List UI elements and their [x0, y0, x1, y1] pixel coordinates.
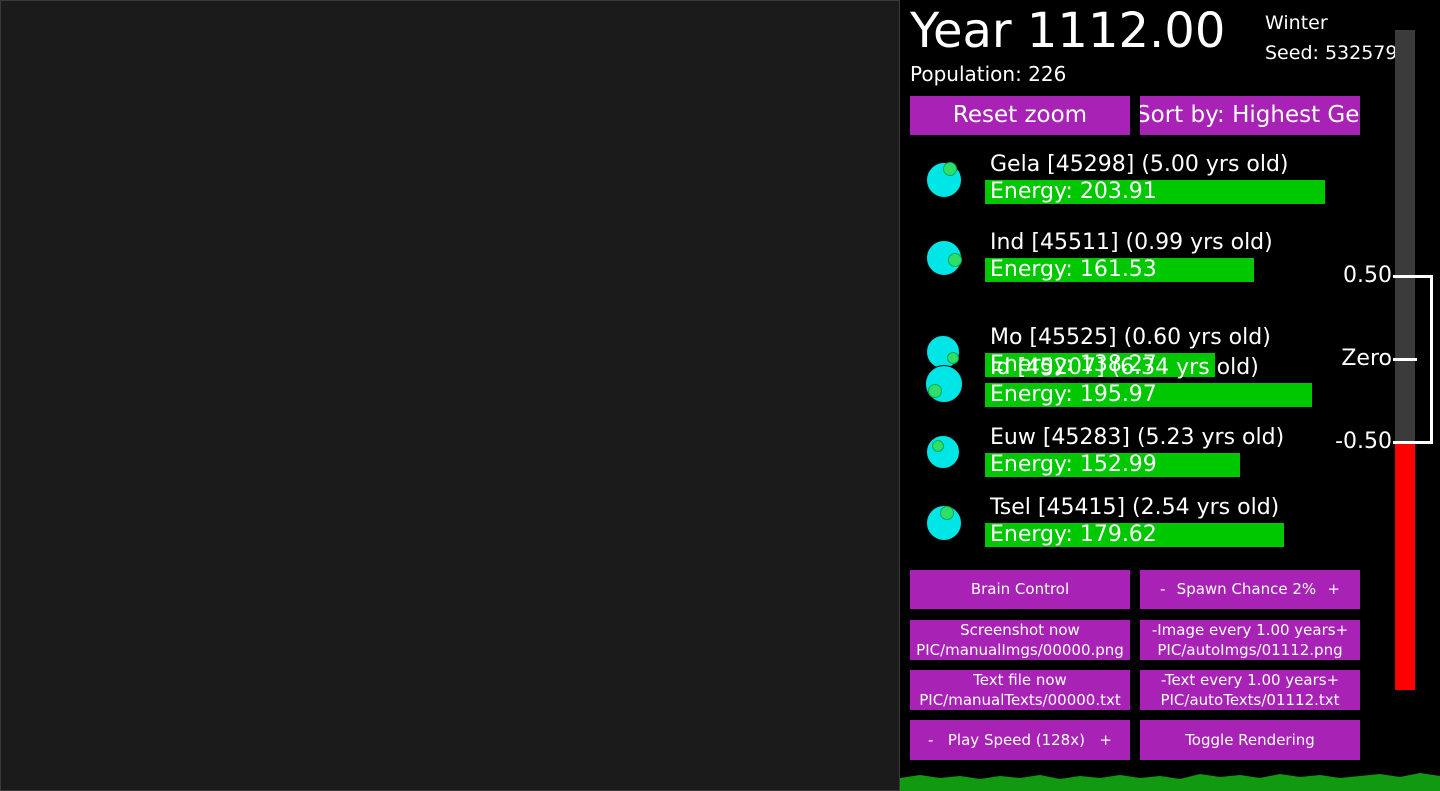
screenshot-path: PIC/manualImgs/00000.png — [916, 641, 1124, 659]
reset-zoom-button[interactable]: Reset zoom — [910, 96, 1130, 135]
sort-by-label: Sort by: Highest Gen — [1140, 102, 1360, 128]
scale-label-zero: Zero — [1341, 346, 1392, 371]
speed-plus-button[interactable]: + — [1099, 720, 1112, 760]
scale-label-top: 0.50 — [1343, 263, 1392, 288]
image-interval-control[interactable]: -Image every 1.00 years+ PIC/autoImgs/01… — [1140, 620, 1360, 660]
creature-orb — [926, 435, 960, 469]
scale-label-bottom: -0.50 — [1335, 429, 1392, 454]
spawn-chance-control[interactable]: - Spawn Chance 2% + — [1140, 570, 1360, 609]
creature-entry[interactable]: Ind [45511] (0.99 yrs old) Energy: 161.5… — [926, 230, 1366, 290]
energy-label: Energy: 203.91 — [990, 179, 1157, 204]
creature-mouth — [928, 384, 942, 398]
world-view[interactable] — [0, 0, 900, 791]
image-every-label: Image every 1.00 years — [1157, 621, 1336, 639]
creature-orb — [926, 505, 962, 541]
creature-name: Tsel [45415] (2.54 yrs old) — [990, 495, 1280, 520]
creature-entry[interactable]: Tsel [45415] (2.54 yrs old) Energy: 179.… — [926, 495, 1366, 555]
speed-minus-button[interactable]: - — [928, 720, 933, 760]
brain-control-button[interactable]: Brain Control — [910, 570, 1130, 609]
textfile-now-label: Text file now — [973, 671, 1067, 689]
population-histogram — [900, 773, 1440, 791]
spawn-chance-label: Spawn Chance 2% — [1176, 580, 1317, 598]
screenshot-now-button[interactable]: Screenshot now PIC/manualImgs/00000.png — [910, 620, 1130, 660]
creature-orb — [926, 162, 962, 198]
energy-label: Energy: 161.53 — [990, 257, 1157, 282]
year-display: Year 1112.00 — [910, 3, 1226, 59]
energy-label: Energy: 152.99 — [990, 452, 1157, 477]
text-plus-button[interactable]: + — [1327, 671, 1340, 689]
creature-entry[interactable]: Id [45207] (6.34 yrs old) Energy: 195.97 — [925, 355, 1366, 415]
creature-mouth — [940, 506, 954, 520]
spawn-minus-button[interactable]: - — [1160, 570, 1165, 609]
textfile-path: PIC/manualTexts/00000.txt — [919, 691, 1121, 709]
energy-label: Energy: 195.97 — [990, 382, 1157, 407]
seed-label: Seed: 532579 — [1265, 42, 1396, 64]
creature-orb — [925, 365, 963, 403]
creature-name: Id [45207] (6.34 yrs old) — [990, 355, 1259, 380]
scale-tick-top — [1393, 275, 1433, 278]
creature-entry[interactable]: Gela [45298] (5.00 yrs old) Energy: 203.… — [926, 152, 1366, 212]
scale-tick-bottom — [1393, 441, 1433, 444]
creature-name: Mo [45525] (0.60 yrs old) — [990, 325, 1271, 350]
text-interval-control[interactable]: -Text every 1.00 years+ PIC/autoTexts/01… — [1140, 670, 1360, 710]
play-speed-control[interactable]: - Play Speed (128x) + — [910, 720, 1130, 760]
sort-by-button[interactable]: Sort by: Highest Gen — [1140, 96, 1360, 135]
spawn-plus-button[interactable]: + — [1327, 570, 1340, 609]
creature-mouth — [943, 162, 957, 176]
image-plus-button[interactable]: + — [1336, 621, 1349, 639]
creature-mouth — [932, 440, 944, 452]
scale-bracket — [1430, 276, 1433, 443]
screenshot-now-label: Screenshot now — [960, 621, 1080, 639]
scale-tick-zero — [1393, 358, 1417, 361]
text-path: PIC/autoTexts/01112.txt — [1160, 691, 1340, 709]
text-every-label: Text every 1.00 years — [1164, 671, 1327, 689]
creature-orb — [926, 240, 962, 276]
population-label: Population: 226 — [910, 62, 1067, 86]
season-label: Winter — [1265, 12, 1328, 34]
toggle-rendering-button[interactable]: Toggle Rendering — [1140, 720, 1360, 760]
creature-name: Ind [45511] (0.99 yrs old) — [990, 230, 1273, 255]
image-path: PIC/autoImgs/01112.png — [1157, 641, 1343, 659]
energy-label: Energy: 179.62 — [990, 522, 1157, 547]
creature-name: Euw [45283] (5.23 yrs old) — [990, 425, 1285, 450]
textfile-now-button[interactable]: Text file now PIC/manualTexts/00000.txt — [910, 670, 1130, 710]
creature-mouth — [948, 253, 962, 267]
scale-negative-fill — [1395, 443, 1415, 690]
play-speed-label: Play Speed (128x) — [947, 731, 1085, 749]
creature-name: Gela [45298] (5.00 yrs old) — [990, 152, 1289, 177]
creature-entry[interactable]: Euw [45283] (5.23 yrs old) Energy: 152.9… — [926, 425, 1366, 485]
